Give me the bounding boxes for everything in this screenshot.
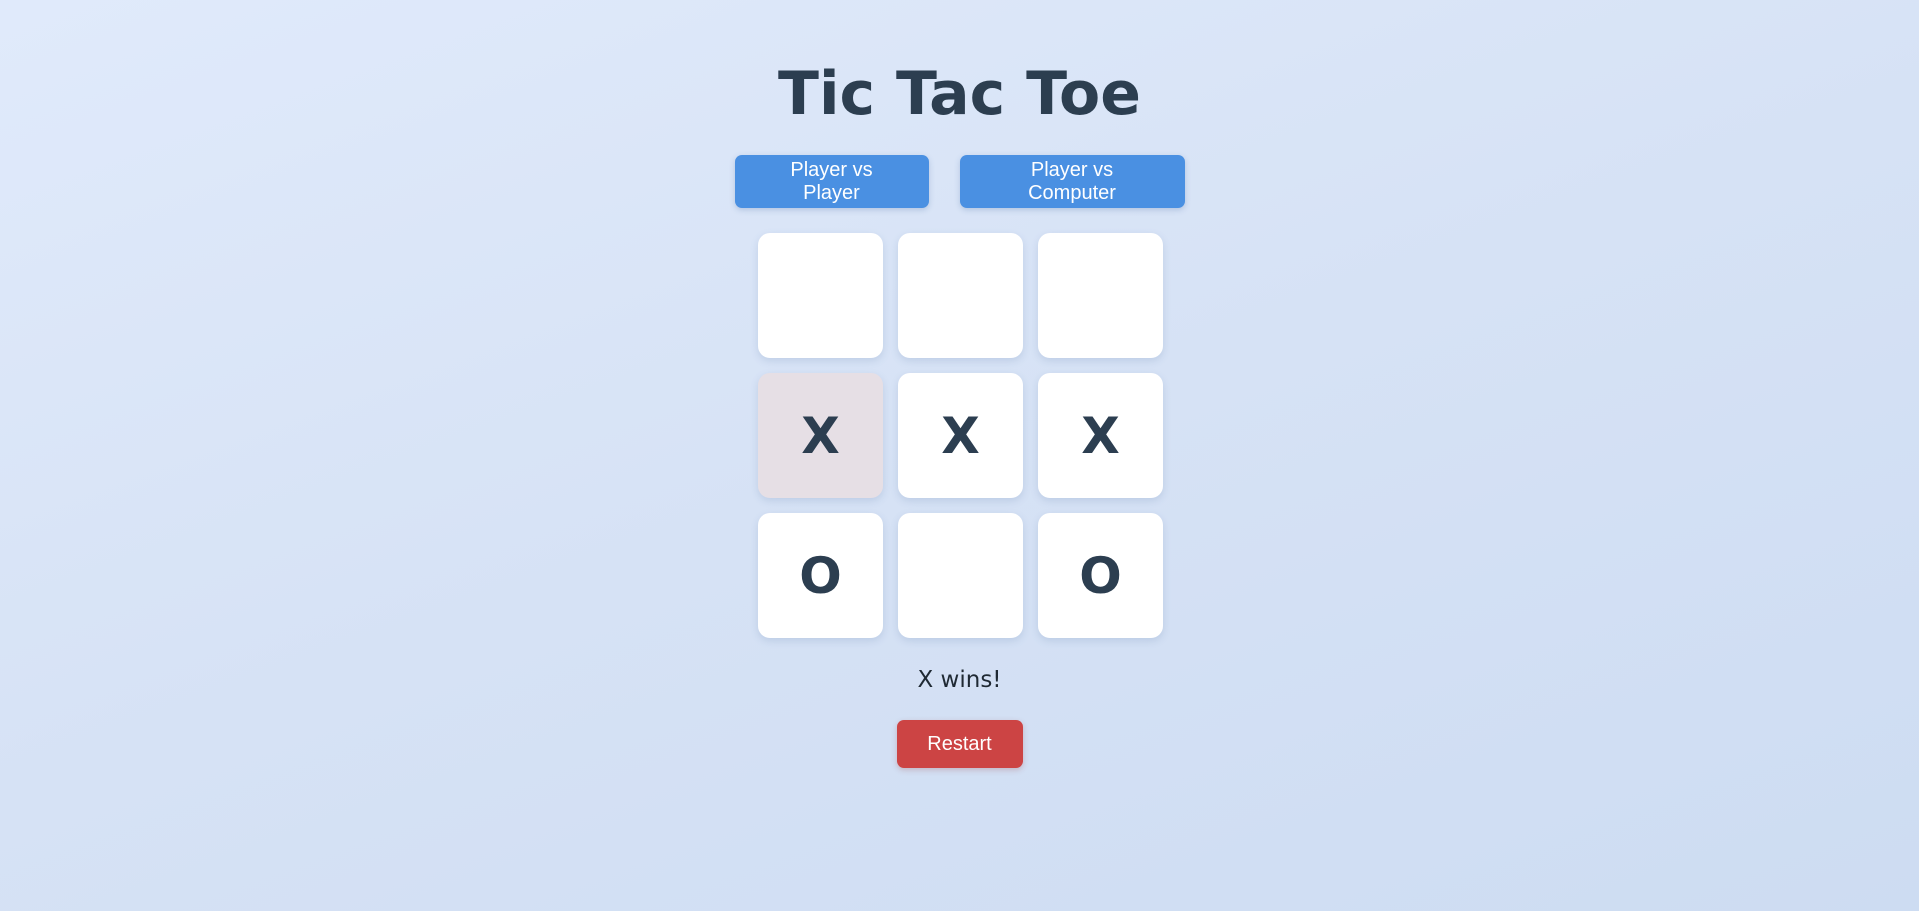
board-cell-3[interactable]	[1038, 233, 1163, 358]
restart-container: Restart	[0, 720, 1919, 768]
board-cell-9[interactable]: O	[1038, 513, 1163, 638]
board-cell-5[interactable]: X	[898, 373, 1023, 498]
board-cell-4[interactable]: X	[758, 373, 883, 498]
game-board: X X X O O	[758, 233, 1163, 638]
player-vs-player-button[interactable]: Player vs Player	[734, 155, 929, 208]
restart-button[interactable]: Restart	[896, 720, 1023, 768]
board-cell-2[interactable]	[898, 233, 1023, 358]
page-title: Tic Tac Toe	[778, 59, 1141, 129]
player-vs-computer-button[interactable]: Player vs Computer	[959, 155, 1185, 208]
board-cell-8[interactable]	[898, 513, 1023, 638]
board-cell-7[interactable]: O	[758, 513, 883, 638]
board-cell-1[interactable]	[758, 233, 883, 358]
board-cell-6[interactable]: X	[1038, 373, 1163, 498]
game-status: X wins!	[917, 667, 1002, 693]
mode-selector: Player vs Player Player vs Computer	[0, 155, 1919, 208]
